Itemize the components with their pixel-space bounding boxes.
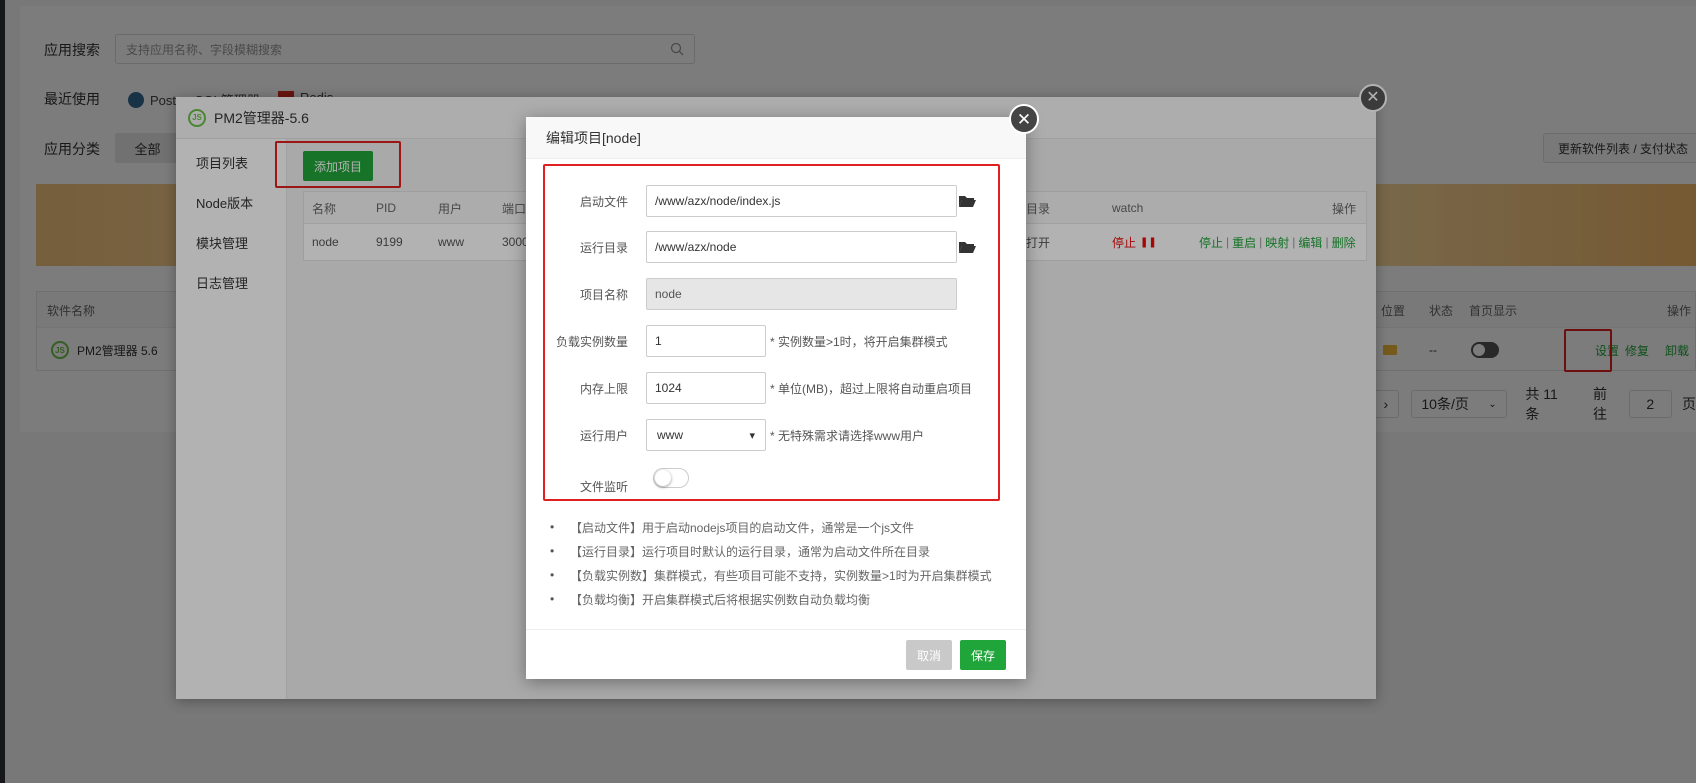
- memory-hint: * 单位(MB)，超过上限将自动重启项目: [770, 381, 972, 396]
- dialog-close-button[interactable]: ✕: [1009, 104, 1039, 134]
- memory-row: 内存上限 * 单位(MB)，超过上限将自动重启项目: [526, 372, 1026, 404]
- start-file-label: 启动文件: [579, 194, 628, 209]
- folder-open-icon[interactable]: [958, 194, 976, 208]
- save-button[interactable]: 保存: [960, 640, 1006, 670]
- dialog-footer: 取消 保存: [526, 629, 1026, 679]
- run-user-row: 运行用户 www ▾ * 无特殊需求请选择www用户: [526, 419, 1026, 451]
- project-name-input: [646, 278, 957, 310]
- run-dir-row: 运行目录: [526, 231, 1026, 263]
- memory-input[interactable]: [646, 372, 766, 404]
- help-tips: 【启动文件】用于启动nodejs项目的启动文件，通常是一个js文件 【运行目录】…: [548, 515, 1018, 611]
- instances-label: 负载实例数量: [555, 334, 628, 349]
- instances-row: 负载实例数量 * 实例数量>1时，将开启集群模式: [526, 325, 1026, 357]
- run-dir-input[interactable]: [646, 231, 957, 263]
- memory-label: 内存上限: [579, 381, 628, 396]
- project-name-label: 项目名称: [579, 287, 628, 302]
- tip-item: 【运行目录】运行项目时默认的运行目录，通常为启动文件所在目录: [548, 539, 1018, 563]
- folder-open-icon[interactable]: [958, 240, 976, 254]
- start-file-input[interactable]: [646, 185, 957, 217]
- watch-label: 文件监听: [579, 480, 628, 494]
- chevron-down-icon: ▾: [749, 429, 755, 442]
- watch-toggle[interactable]: [653, 468, 689, 488]
- run-user-select[interactable]: www ▾: [646, 419, 766, 451]
- run-dir-label: 运行目录: [579, 240, 628, 255]
- tip-item: 【启动文件】用于启动nodejs项目的启动文件，通常是一个js文件: [548, 515, 1018, 539]
- watch-row: 文件监听: [526, 462, 1026, 494]
- close-icon: ✕: [1016, 109, 1032, 129]
- dialog-title: 编辑项目[node]: [526, 117, 1026, 159]
- instances-hint: * 实例数量>1时，将开启集群模式: [770, 334, 948, 349]
- tip-item: 【负载均衡】开启集群模式后将根据实例数自动负载均衡: [548, 587, 1018, 611]
- project-name-row: 项目名称: [526, 278, 1026, 310]
- tip-item: 【负载实例数】集群模式，有些项目可能不支持，实例数量>1时为开启集群模式: [548, 563, 1018, 587]
- instances-input[interactable]: [646, 325, 766, 357]
- start-file-row: 启动文件: [526, 185, 1026, 217]
- edit-project-dialog: 编辑项目[node] ✕ 启动文件 运行目录 项目名称 负载实例数量 * 实例数…: [526, 104, 1039, 679]
- cancel-button[interactable]: 取消: [906, 640, 952, 670]
- run-user-hint: * 无特殊需求请选择www用户: [770, 428, 925, 443]
- run-user-label: 运行用户: [579, 428, 628, 443]
